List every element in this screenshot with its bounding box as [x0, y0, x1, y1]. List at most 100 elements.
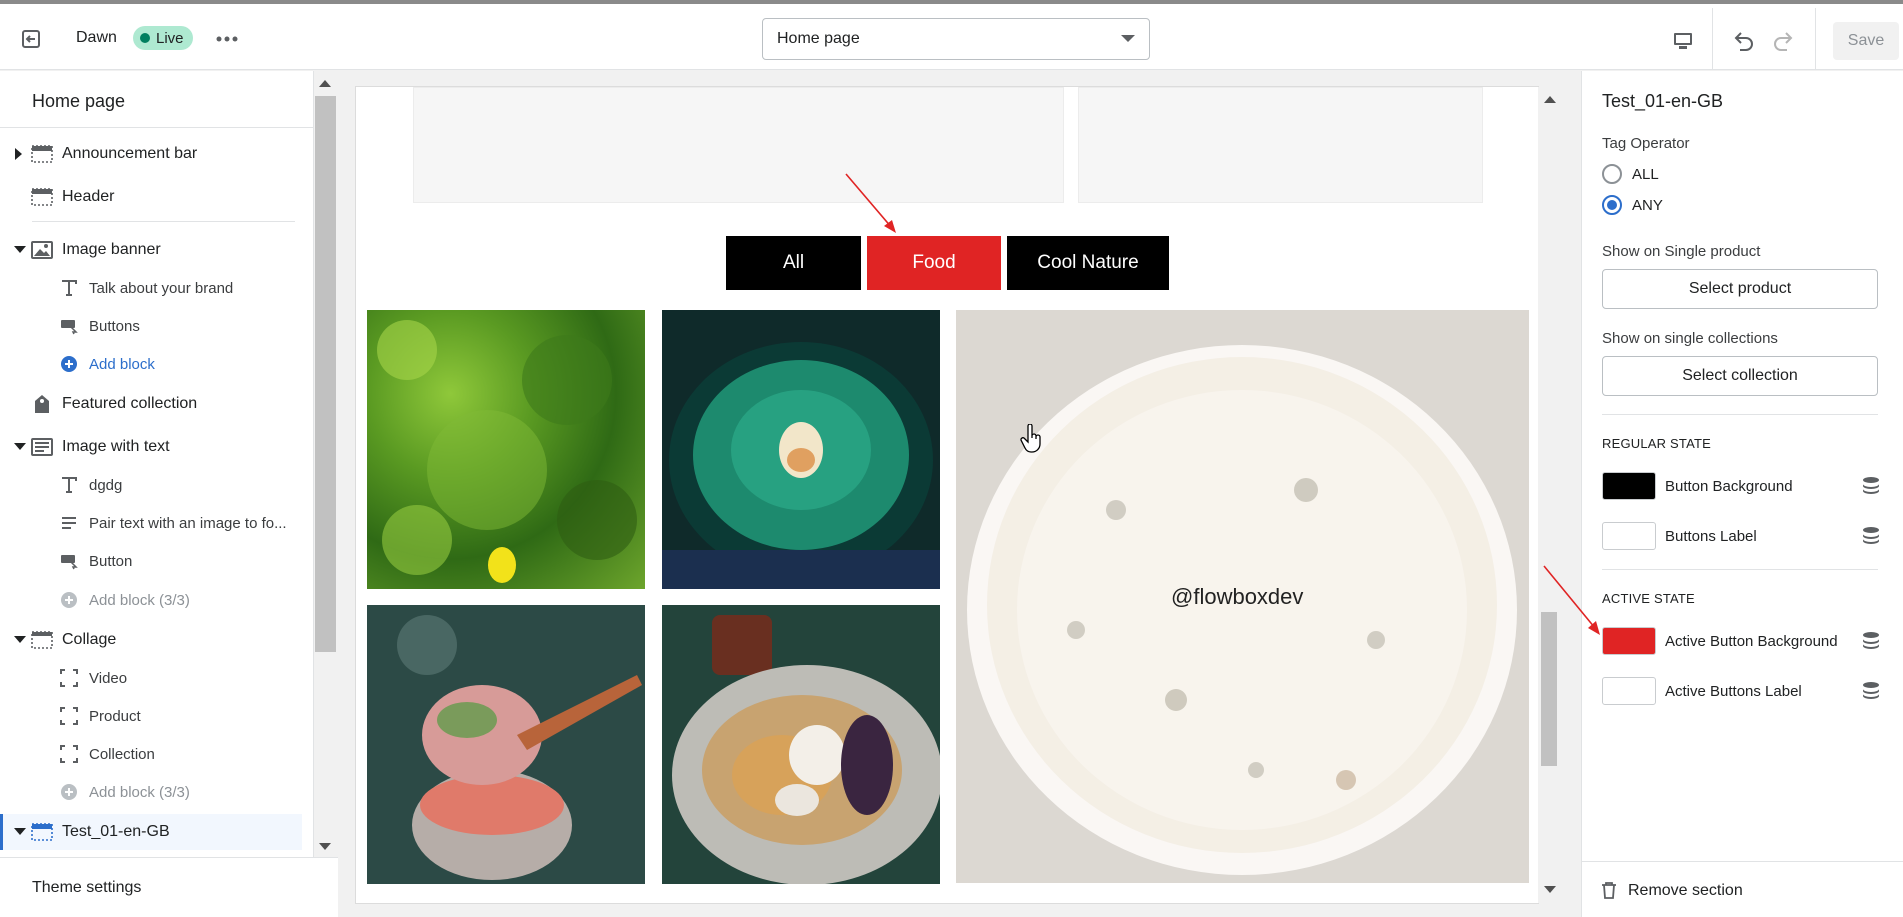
block-label: Collection [89, 746, 155, 763]
preview-scrollbar-thumb[interactable] [1541, 612, 1557, 766]
divider [1602, 569, 1878, 570]
regular-state-heading: REGULAR STATE [1602, 436, 1712, 451]
block-collection[interactable]: Collection [0, 736, 302, 772]
section-collage[interactable]: Collage [0, 622, 302, 658]
radio-all[interactable]: ALL [1602, 162, 1659, 186]
section-test-01-en-gb[interactable]: Test_01-en-GB [0, 814, 302, 850]
exit-icon[interactable] [14, 22, 48, 56]
color-swatch[interactable] [1602, 677, 1656, 705]
divider [1712, 8, 1713, 70]
add-circle-icon [58, 781, 80, 803]
gallery-image-green-bowl[interactable] [662, 310, 940, 589]
chevron-down-icon[interactable] [14, 828, 26, 835]
setting-label: Active Button Background [1665, 633, 1838, 650]
chevron-down-icon[interactable] [14, 443, 26, 450]
active-buttons-label-setting[interactable]: Active Buttons Label [1602, 677, 1892, 707]
dynamic-source-icon[interactable] [1861, 526, 1881, 546]
divider [32, 221, 295, 222]
tag-icon [31, 393, 53, 415]
button-background-setting[interactable]: Button Background [1602, 472, 1892, 502]
remove-section-button[interactable]: Remove section [1582, 861, 1903, 917]
gallery-image-soup[interactable] [662, 605, 940, 884]
bowl-illustration [662, 342, 940, 589]
announcement-bar-icon [31, 143, 53, 165]
radio-label: ALL [1632, 165, 1659, 183]
tab-all[interactable]: All [726, 236, 861, 290]
section-label: Featured collection [62, 395, 198, 412]
preview-scrollbar[interactable] [1538, 87, 1560, 903]
block-product[interactable]: Product [0, 698, 302, 734]
gallery-image-greenery[interactable] [367, 310, 645, 589]
block-video[interactable]: Video [0, 660, 302, 696]
undo-icon[interactable] [1726, 24, 1760, 58]
select-collection-button[interactable]: Select collection [1602, 356, 1878, 396]
block-label: Talk about your brand [89, 280, 234, 297]
block-pair-text[interactable]: Pair text with an image to fo... [0, 505, 302, 541]
image-with-text-icon [31, 436, 53, 458]
section-featured-collection[interactable]: Featured collection [0, 386, 302, 422]
add-block-disabled: Add block (3/3) [0, 582, 302, 618]
save-button[interactable]: Save [1833, 22, 1899, 60]
chevron-right-icon[interactable] [15, 148, 22, 160]
block-talk-about-brand[interactable]: Talk about your brand [0, 270, 302, 306]
setting-label: Active Buttons Label [1665, 683, 1802, 700]
chevron-down-icon[interactable] [14, 636, 26, 643]
divider [1815, 8, 1816, 70]
tab-food[interactable]: Food [867, 236, 1001, 290]
section-announcement-bar[interactable]: Announcement bar [0, 136, 302, 172]
page-select[interactable]: Home page [762, 18, 1150, 60]
section-label: Image with text [62, 438, 170, 455]
divider [0, 127, 314, 128]
block-dgdg[interactable]: dgdg [0, 467, 302, 503]
radio-button[interactable] [1602, 164, 1622, 184]
top-bar: Dawn Live Home page Save [0, 4, 1903, 70]
add-block-disabled: Add block (3/3) [0, 774, 302, 810]
add-block-label: Add block (3/3) [89, 592, 190, 609]
chevron-down-icon[interactable] [14, 246, 26, 253]
glass-dish-illustration [367, 605, 645, 884]
text-icon [58, 277, 80, 299]
section-image-with-text[interactable]: Image with text [0, 429, 302, 465]
desktop-preview-icon[interactable] [1666, 24, 1700, 58]
store-preview[interactable]: All Food Cool Nature @flowboxdev [356, 87, 1538, 903]
buttons-label-setting[interactable]: Buttons Label [1602, 522, 1892, 552]
sidebar-scrollbar-thumb[interactable] [315, 96, 336, 652]
dynamic-source-icon[interactable] [1861, 681, 1881, 701]
overlay-handle: @flowboxdev [1171, 584, 1304, 609]
scroll-down-icon[interactable] [319, 843, 331, 850]
radio-button-selected[interactable] [1602, 195, 1622, 215]
section-label: Collage [62, 631, 117, 648]
scroll-up-icon[interactable] [319, 80, 331, 87]
dynamic-source-icon[interactable] [1861, 631, 1881, 651]
block-buttons[interactable]: Buttons [0, 308, 302, 344]
scroll-up-icon[interactable] [1544, 96, 1556, 103]
theme-settings-button[interactable]: Theme settings [0, 857, 338, 917]
color-swatch[interactable] [1602, 627, 1656, 655]
select-product-button[interactable]: Select product [1602, 269, 1878, 309]
color-swatch[interactable] [1602, 472, 1656, 500]
block-button[interactable]: Button [0, 543, 302, 579]
sidebar-title: Home page [32, 91, 126, 111]
color-swatch[interactable] [1602, 522, 1656, 550]
filter-tabs: All Food Cool Nature [726, 236, 1169, 290]
hand-cursor-icon [1020, 424, 1041, 453]
dynamic-source-icon[interactable] [1861, 476, 1881, 496]
setting-label: Button Background [1665, 478, 1793, 495]
redo-icon[interactable] [1767, 24, 1801, 58]
app-section-icon [31, 821, 53, 843]
block-label: Video [89, 670, 128, 687]
collage-icon [31, 629, 53, 651]
gallery-image-glass-dish[interactable] [367, 605, 645, 884]
add-block-button[interactable]: Add block [0, 346, 302, 382]
trash-icon [1602, 882, 1616, 899]
greenery-illustration [377, 320, 637, 583]
more-actions-icon[interactable] [212, 24, 242, 54]
collage-placeholder [413, 87, 1064, 203]
radio-any[interactable]: ANY [1602, 193, 1663, 217]
section-image-banner[interactable]: Image banner [0, 232, 302, 268]
live-badge-label: Live [156, 29, 184, 47]
scroll-down-icon[interactable] [1544, 886, 1556, 893]
section-header[interactable]: Header [0, 179, 302, 215]
active-button-background-setting[interactable]: Active Button Background [1602, 627, 1892, 657]
tab-cool-nature[interactable]: Cool Nature [1007, 236, 1169, 290]
